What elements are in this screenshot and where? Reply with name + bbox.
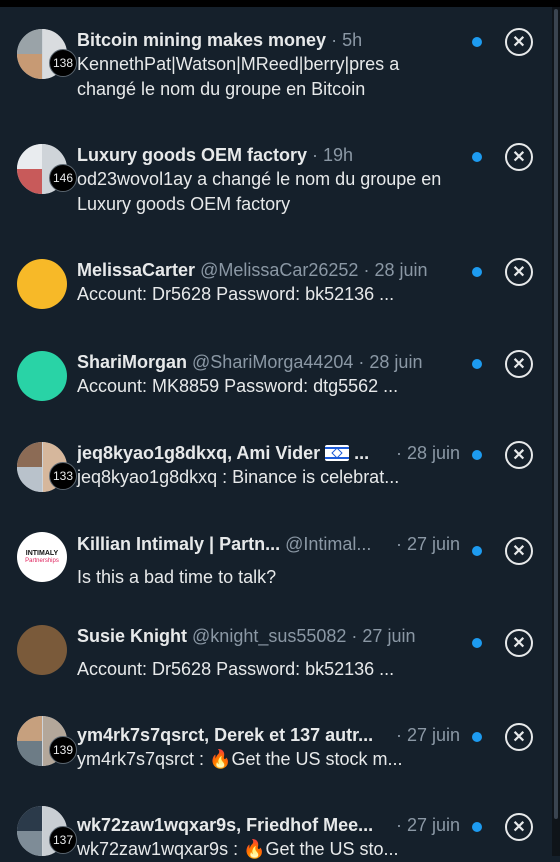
logo-subtext: Partnerships [25,557,59,564]
member-count-badge: 139 [49,736,77,764]
timestamp: 28 juin [374,260,428,280]
timestamp: · 27 juin [396,534,461,554]
message-preview: ym4rk7s7qsrct : 🔥Get the US stock m... [77,749,403,769]
unread-dot [472,267,482,277]
israel-flag-icon [325,445,350,461]
timestamp: · 27 juin [396,725,461,745]
close-icon[interactable]: ✕ [505,629,533,657]
timestamp: 27 juin [362,626,416,646]
conversation-name: ShariMorgan [77,352,188,372]
close-icon[interactable]: ✕ [505,28,533,56]
conversation-row[interactable]: INTIMALY Partnerships Killian Intimaly |… [0,512,552,602]
user-handle: @knight_sus55082 [192,626,347,646]
conversation-row[interactable]: 146 Luxury goods OEM factory · 19h od23w… [0,122,552,237]
conversation-row[interactable]: Susie Knight @knight_sus55082 · 27 juin … [0,602,552,694]
timestamp: 5h [342,30,363,50]
fire-emoji-icon: 🔥 [243,839,266,859]
close-icon[interactable]: ✕ [505,813,533,841]
unread-dot [472,732,482,742]
message-preview: Account: MK8859 Password: dtg5562 ... [77,376,399,396]
member-count-badge: 133 [49,462,77,490]
unread-dot [472,359,482,369]
conversation-row[interactable]: 138 Bitcoin mining makes money · 5h Kenn… [0,7,552,122]
user-avatar [17,351,67,401]
conversation-row[interactable]: 137 wk72zaw1wqxar9s, Friedhof Mee... · 2… [0,784,552,859]
fire-emoji-icon: 🔥 [209,749,232,769]
conversation-row[interactable]: 139 ym4rk7s7qsrct, Derek et 137 autr... … [0,694,552,784]
conversation-name: Killian Intimaly | Partn... [77,534,281,554]
top-bar [0,0,560,7]
message-preview: wk72zaw1wqxar9s : 🔥Get the US sto... [77,839,399,859]
member-count-badge: 138 [49,49,77,77]
user-avatar [17,259,67,309]
conversation-row[interactable]: ShariMorgan @ShariMorga44204 · 28 juin A… [0,329,552,420]
member-count-badge: 137 [49,826,77,854]
user-avatar [17,625,67,675]
unread-dot [472,546,482,556]
close-icon[interactable]: ✕ [505,143,533,171]
unread-dot [472,37,482,47]
unread-dot [472,638,482,648]
conversation-row[interactable]: MelissaCarter @MelissaCar26252 · 28 juin… [0,237,552,329]
conversation-name: jeq8kyao1g8dkxq, Ami Vider [77,443,321,463]
close-icon[interactable]: ✕ [505,723,533,751]
conversation-name: wk72zaw1wqxar9s, Friedhof Mee... [77,815,374,835]
unread-dot [472,152,482,162]
message-preview: jeq8kyao1g8dkxq : Binance is celebrat... [77,467,400,487]
user-handle: @MelissaCar26252 [200,260,359,280]
close-icon[interactable]: ✕ [505,258,533,286]
timestamp: 19h [323,145,354,165]
member-count-badge: 146 [49,164,77,192]
message-preview: Account: Dr5628 Password: bk52136 ... [77,659,395,679]
message-preview: od23wovol1ay a changé le nom du groupe e… [77,169,442,214]
message-preview: Is this a bad time to talk? [77,567,277,587]
message-preview: KennethPat|Watson|MReed|berry|pres a cha… [77,54,400,99]
close-icon[interactable]: ✕ [505,537,533,565]
scrollbar[interactable] [552,7,560,856]
scrollbar-thumb[interactable] [554,9,558,819]
conversation-name: ym4rk7s7qsrct, Derek et 137 autr... [77,725,374,745]
conversation-name: Bitcoin mining makes money [77,30,327,50]
close-icon[interactable]: ✕ [505,350,533,378]
user-handle: @ShariMorga44204 [192,352,354,372]
conversation-name: Luxury goods OEM factory [77,145,308,165]
close-icon[interactable]: ✕ [505,441,533,469]
conversation-row[interactable]: 133 jeq8kyao1g8dkxq, Ami Vider ... · 28 … [0,420,552,512]
conversation-name: Susie Knight [77,626,188,646]
timestamp: · 27 juin [396,815,461,835]
message-preview: Account: Dr5628 Password: bk52136 ... [77,284,395,304]
timestamp: 28 juin [369,352,423,372]
logo-text: INTIMALY [25,549,59,557]
user-avatar: INTIMALY Partnerships [17,532,67,582]
unread-dot [472,450,482,460]
user-handle: @Intimal... [285,534,372,554]
conversation-list: 138 Bitcoin mining makes money · 5h Kenn… [0,7,552,859]
conversation-name: MelissaCarter [77,260,196,280]
unread-dot [472,822,482,832]
timestamp: · 28 juin [396,443,461,463]
